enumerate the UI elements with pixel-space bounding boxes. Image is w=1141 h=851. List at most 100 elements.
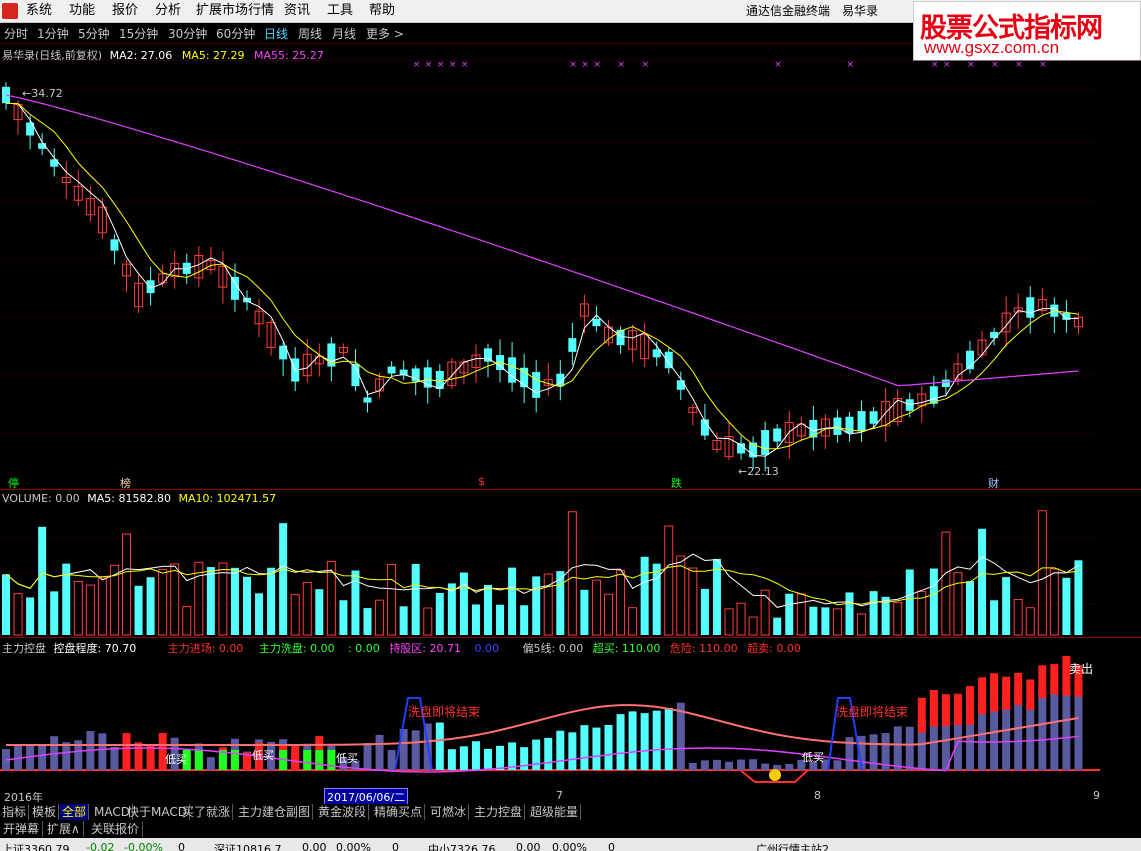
tab-main-control[interactable]: 主力控盘 — [472, 804, 526, 820]
volume-bar-down — [700, 588, 709, 635]
candle-down — [387, 366, 396, 374]
main-force-enter: 主力进场: 0.00 — [167, 642, 244, 655]
volume-bar-down — [146, 577, 155, 635]
top-x-marker: × — [425, 60, 433, 70]
period-30min[interactable]: 30分钟 — [168, 25, 207, 42]
indicator-bar — [893, 726, 902, 770]
volume-bar-down — [243, 576, 251, 635]
volume-bar-down — [640, 556, 649, 635]
related-quotes[interactable]: 关联报价 — [88, 821, 144, 837]
menu-system[interactable]: 系统 — [26, 0, 52, 22]
volume-bar-up — [832, 608, 842, 636]
candle-down — [363, 397, 372, 403]
indicator-bar — [387, 749, 396, 770]
volume-bar-down — [459, 572, 468, 635]
tab-combustible-ice[interactable]: 可燃冰 — [428, 804, 470, 820]
tab-main-build[interactable]: 主力建仓副图 — [236, 804, 314, 820]
tab-golden-band[interactable]: 黄金波段 — [316, 804, 370, 820]
menu-quote[interactable]: 报价 — [112, 0, 138, 22]
volume-bar-up — [796, 593, 806, 636]
volume-chart[interactable] — [0, 505, 1141, 637]
volume-bar-down — [206, 567, 215, 635]
indicator-bar — [640, 713, 649, 770]
volume-bar-down — [809, 606, 818, 635]
period-weekly[interactable]: 周线 — [298, 25, 322, 42]
indicator-bar — [712, 759, 721, 770]
period-1min[interactable]: 1分钟 — [37, 25, 69, 42]
menu-tools[interactable]: 工具 — [327, 0, 353, 22]
period-5min[interactable]: 5分钟 — [78, 25, 110, 42]
volume-bar-up — [423, 607, 433, 636]
indicator-bar — [447, 749, 456, 770]
volume-bar-up — [893, 602, 903, 636]
expand-button[interactable]: 扩展∧ — [44, 821, 84, 837]
volume-bar-down — [411, 564, 420, 635]
indicator-green-bar — [303, 750, 312, 770]
watermark-url: www.gsxz.com.cn — [924, 38, 1060, 57]
indicator-bar — [1038, 688, 1047, 770]
volume-ma5: MA5: 81582.80 — [87, 492, 171, 505]
menu-info[interactable]: 资讯 — [284, 0, 310, 22]
indicator-bar — [110, 746, 119, 770]
menu-analysis[interactable]: 分析 — [155, 0, 181, 22]
top-x-marker: × — [569, 60, 577, 70]
volume-header: VOLUME: 0.00 MA5: 81582.80 MA10: 102471.… — [2, 492, 276, 505]
period-monthly[interactable]: 月线 — [332, 25, 356, 42]
top-x-marker: × — [967, 60, 975, 70]
indicator-trend-line — [6, 704, 1079, 746]
main-force-wash: 主力洗盘: 0.00 — [258, 642, 335, 655]
indicator-bar — [1074, 686, 1083, 770]
low-buy-label-3: 低买 — [336, 752, 358, 765]
top-x-marker: × — [461, 60, 469, 70]
volume-bar-up — [941, 531, 951, 636]
volume-bar-down — [773, 617, 782, 635]
tab-all[interactable]: 全部 — [60, 804, 90, 820]
indicator-bar — [496, 745, 505, 770]
volume-bar-up — [387, 564, 397, 636]
indicator-green-bar — [315, 750, 324, 770]
tab-super-energy[interactable]: 超级能量 — [528, 804, 582, 820]
x-axis-month-9: 9 — [1093, 789, 1100, 802]
app-title: 通达信金融终端 — [746, 4, 831, 18]
indicator-chart[interactable] — [0, 655, 1141, 787]
volume-bar-down — [363, 608, 372, 635]
volume-bar-up — [760, 589, 770, 636]
menu-function[interactable]: 功能 — [69, 0, 95, 22]
volume-bar-down — [255, 593, 264, 635]
tab-buy-rise[interactable]: 买了就涨 — [180, 804, 234, 820]
volume-bar-down — [652, 563, 661, 635]
period-more[interactable]: 更多 > — [366, 25, 404, 42]
period-60min[interactable]: 60分钟 — [216, 25, 255, 42]
sh-change: -0.02 — [86, 841, 115, 851]
volume-bar-up — [1025, 607, 1035, 636]
volume-bar-down — [990, 600, 999, 635]
tab-precise-buy[interactable]: 精确买点 — [372, 804, 426, 820]
candlestick-chart[interactable]: × × × × × × × × × × × × × × × × × × — [0, 60, 1141, 490]
tab-template[interactable]: 模板 — [30, 804, 60, 820]
sz-change: 0.00 — [302, 841, 327, 851]
toggle-danmaku[interactable]: 开弹幕 — [0, 821, 44, 837]
menu-extended-market[interactable]: 扩展市场行情 — [196, 0, 274, 22]
volume-bar-up — [1013, 599, 1023, 636]
indicator-bar — [206, 757, 215, 770]
period-timeshare[interactable]: 分时 — [4, 25, 28, 42]
menu-help[interactable]: 帮助 — [369, 0, 395, 22]
volume-bar-up — [676, 555, 686, 636]
indicator-bar — [990, 701, 999, 770]
volume-bar-down — [978, 528, 987, 635]
candle-down — [676, 380, 685, 390]
indicator-blank-value: : 0.00 — [348, 642, 380, 655]
candle-down — [869, 411, 878, 424]
volume-bar-down — [845, 592, 854, 635]
tab-indicator[interactable]: 指标 — [0, 804, 30, 820]
volume-bar-up — [688, 567, 698, 636]
volume-bar-down — [50, 591, 59, 635]
period-daily[interactable]: 日线 — [264, 25, 288, 42]
volume-bar-up — [1049, 568, 1059, 636]
volume-bar-down — [315, 589, 324, 635]
volume-bar-up — [616, 569, 626, 636]
wash-end-label-2: 洗盘即将结束 — [836, 705, 909, 719]
candle-down — [845, 416, 854, 434]
period-15min[interactable]: 15分钟 — [119, 25, 158, 42]
app-logo-icon — [2, 3, 18, 19]
